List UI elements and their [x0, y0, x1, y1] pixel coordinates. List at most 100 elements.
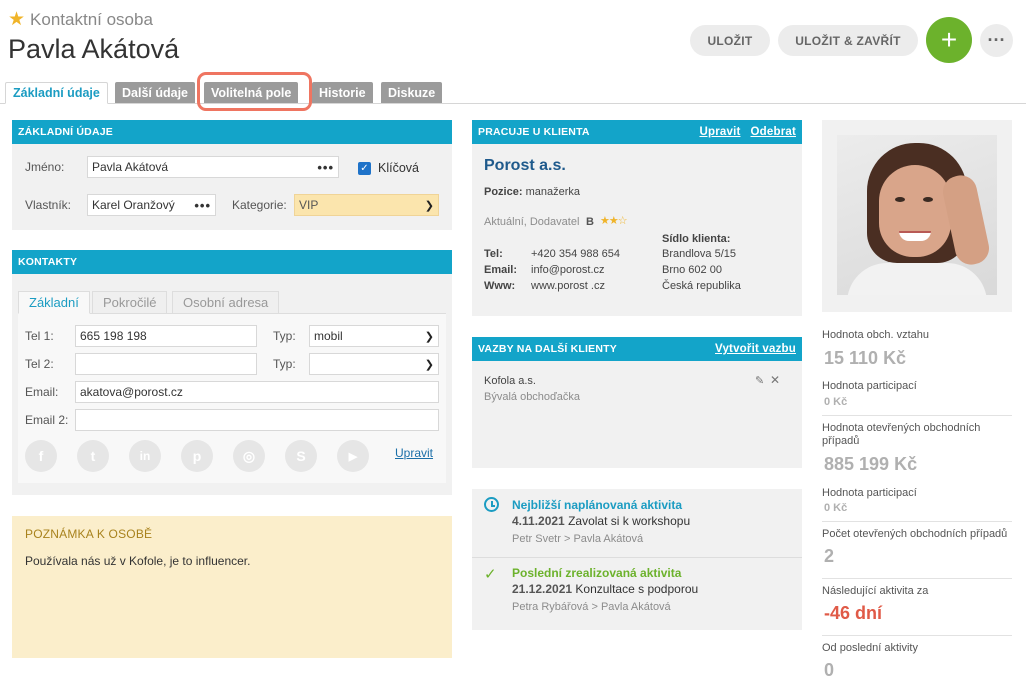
tel1-label: Tel 1:	[25, 329, 54, 343]
next-activity-people: Petr Svetr > Pavla Akátová	[512, 533, 644, 545]
stat-divider	[822, 415, 1012, 416]
save-button[interactable]: ULOŽIT	[690, 25, 770, 56]
more-icon: ···	[987, 30, 1006, 50]
star-icon[interactable]: ★	[8, 8, 25, 31]
type1-value: mobil	[314, 329, 343, 343]
more-button[interactable]: ···	[980, 24, 1013, 57]
remove-client-link[interactable]: Odebrat	[751, 126, 797, 138]
panel-header: VAZBY NA DALŠÍ KLIENTY Vytvořit vazbu	[472, 337, 802, 361]
tab-discussion[interactable]: Diskuze	[381, 82, 443, 103]
stat-value: 15 110 Kč	[824, 348, 907, 368]
rating-stars-icon: ★★☆	[600, 215, 628, 227]
category-select[interactable]: VIP ❯	[294, 194, 439, 216]
page-title: Pavla Akátová	[8, 34, 180, 64]
stat-count-label: Počet otevřených obchodních případů	[822, 528, 1008, 540]
key-label: Klíčová	[378, 161, 419, 175]
stat-divider	[822, 635, 1012, 636]
key-checkbox[interactable]: ✓	[358, 162, 371, 175]
twitter-icon[interactable]: t	[77, 440, 109, 472]
owner-field[interactable]: Karel Oranžový •••	[87, 194, 216, 216]
edit-social-link[interactable]: Upravit	[395, 446, 433, 460]
last-activity-people: Petra Rybářová > Pavla Akátová	[512, 601, 671, 613]
add-button[interactable]: +	[926, 17, 972, 63]
stat-count: 2	[824, 546, 835, 566]
email2-input[interactable]	[75, 409, 439, 431]
client-name[interactable]: Porost a.s.	[484, 157, 566, 175]
panel-title: PRACUJE U KLIENTA	[478, 126, 590, 138]
chevron-down-icon: ❯	[424, 358, 434, 371]
note-panel: POZNÁMKA K OSOBĚ Používala nás už v Kofo…	[12, 516, 452, 658]
photo-frame	[822, 120, 1012, 312]
name-picker-icon[interactable]: •••	[317, 160, 334, 175]
close-icon[interactable]: ✕	[770, 373, 780, 387]
facebook-icon[interactable]: f	[25, 440, 57, 472]
tel2-input[interactable]	[75, 353, 257, 375]
type2-label: Typ:	[273, 357, 296, 371]
email-label: Email:	[25, 385, 59, 399]
edit-client-link[interactable]: Upravit	[699, 126, 740, 138]
stat-value-label: Hodnota obch. vztahu	[822, 329, 930, 341]
skype-icon[interactable]: S	[285, 440, 317, 472]
note-text[interactable]: Používala nás už v Kofole, je to influen…	[25, 554, 250, 568]
instagram-icon[interactable]: ◎	[233, 440, 265, 472]
panel-header: PRACUJE U KLIENTA Upravit Odebrat	[472, 120, 802, 144]
client-address-line: Brandlova 5/15	[662, 248, 736, 260]
tab-highlight-marker	[197, 72, 312, 111]
last-activity-desc: Konzultace s podporou	[575, 582, 699, 596]
stat-next-label: Následující aktivita za	[822, 585, 929, 597]
client-seat-label: Sídlo klienta:	[662, 233, 731, 245]
client-tel-label: Tel:	[484, 248, 503, 260]
next-activity-desc: Zavolat si k workshopu	[568, 514, 691, 528]
panel-title: VAZBY NA DALŠÍ KLIENTY	[478, 343, 617, 355]
tabs-divider	[0, 103, 1026, 104]
stat-open-label: Hodnota otevřených obchodních případů	[822, 422, 981, 447]
chevron-down-icon: ❯	[424, 199, 434, 212]
subtab-advanced[interactable]: Pokročilé	[92, 291, 168, 314]
subtab-personal-address[interactable]: Osobní adresa	[172, 291, 280, 314]
subtab-basic[interactable]: Základní	[18, 291, 90, 314]
type2-select[interactable]: ❯	[309, 353, 439, 375]
pinterest-icon[interactable]: p	[181, 440, 213, 472]
rating-letter: B	[586, 216, 594, 228]
client-email-value[interactable]: info@porost.cz	[531, 264, 605, 276]
type1-label: Typ:	[273, 329, 296, 343]
chevron-down-icon: ❯	[424, 330, 434, 343]
next-activity-title[interactable]: Nejbližší naplánovaná aktivita	[512, 498, 682, 512]
tel2-label: Tel 2:	[25, 357, 54, 371]
email-input[interactable]: akatova@porost.cz	[75, 381, 439, 403]
tel1-input[interactable]: 665 198 198	[75, 325, 257, 347]
name-field[interactable]: Pavla Akátová •••	[87, 156, 339, 178]
last-activity-title[interactable]: Poslední zrealizovaná aktivita	[512, 566, 681, 580]
save-close-button[interactable]: ULOŽIT & ZAVŘÍT	[778, 25, 918, 56]
linkedin-icon[interactable]: in	[129, 440, 161, 472]
avatar[interactable]	[837, 135, 997, 295]
tab-basic[interactable]: Základní údaje	[5, 82, 108, 104]
position-label: Pozice:	[484, 186, 523, 198]
owner-picker-icon[interactable]: •••	[194, 198, 211, 213]
type1-select[interactable]: mobil ❯	[309, 325, 439, 347]
stat-next: -46 dní	[824, 603, 883, 623]
position-row: Pozice: manažerka	[484, 186, 580, 198]
last-activity-date: 21.12.2021	[512, 582, 573, 596]
owner-value: Karel Oranžový	[92, 198, 175, 212]
stat-last: 0	[824, 660, 835, 680]
edit-icon[interactable]: ✎	[755, 374, 764, 387]
client-address-line: Česká republika	[662, 280, 741, 292]
relation-client-name[interactable]: Kofola a.s.	[484, 375, 536, 387]
activities-divider	[472, 557, 802, 558]
youtube-icon[interactable]: ▶	[337, 440, 369, 472]
owner-label: Vlastník:	[25, 198, 72, 212]
stat-divider	[822, 521, 1012, 522]
client-tel-value[interactable]: +420 354 988 654	[531, 248, 620, 260]
client-email-label: Email:	[484, 264, 518, 276]
tab-more[interactable]: Další údaje	[115, 82, 195, 103]
create-relation-link[interactable]: Vytvořit vazbu	[715, 343, 796, 355]
client-address-line: Brno 602 00	[662, 264, 722, 276]
tab-history[interactable]: Historie	[312, 82, 373, 103]
panel-header: KONTAKTY	[12, 250, 452, 274]
category-label: Kategorie:	[232, 198, 287, 212]
name-value: Pavla Akátová	[92, 160, 169, 174]
plus-icon: +	[940, 24, 958, 55]
panel-header: ZÁKLADNÍ ÚDAJE	[12, 120, 452, 144]
client-www-value[interactable]: www.porost .cz	[531, 280, 605, 292]
